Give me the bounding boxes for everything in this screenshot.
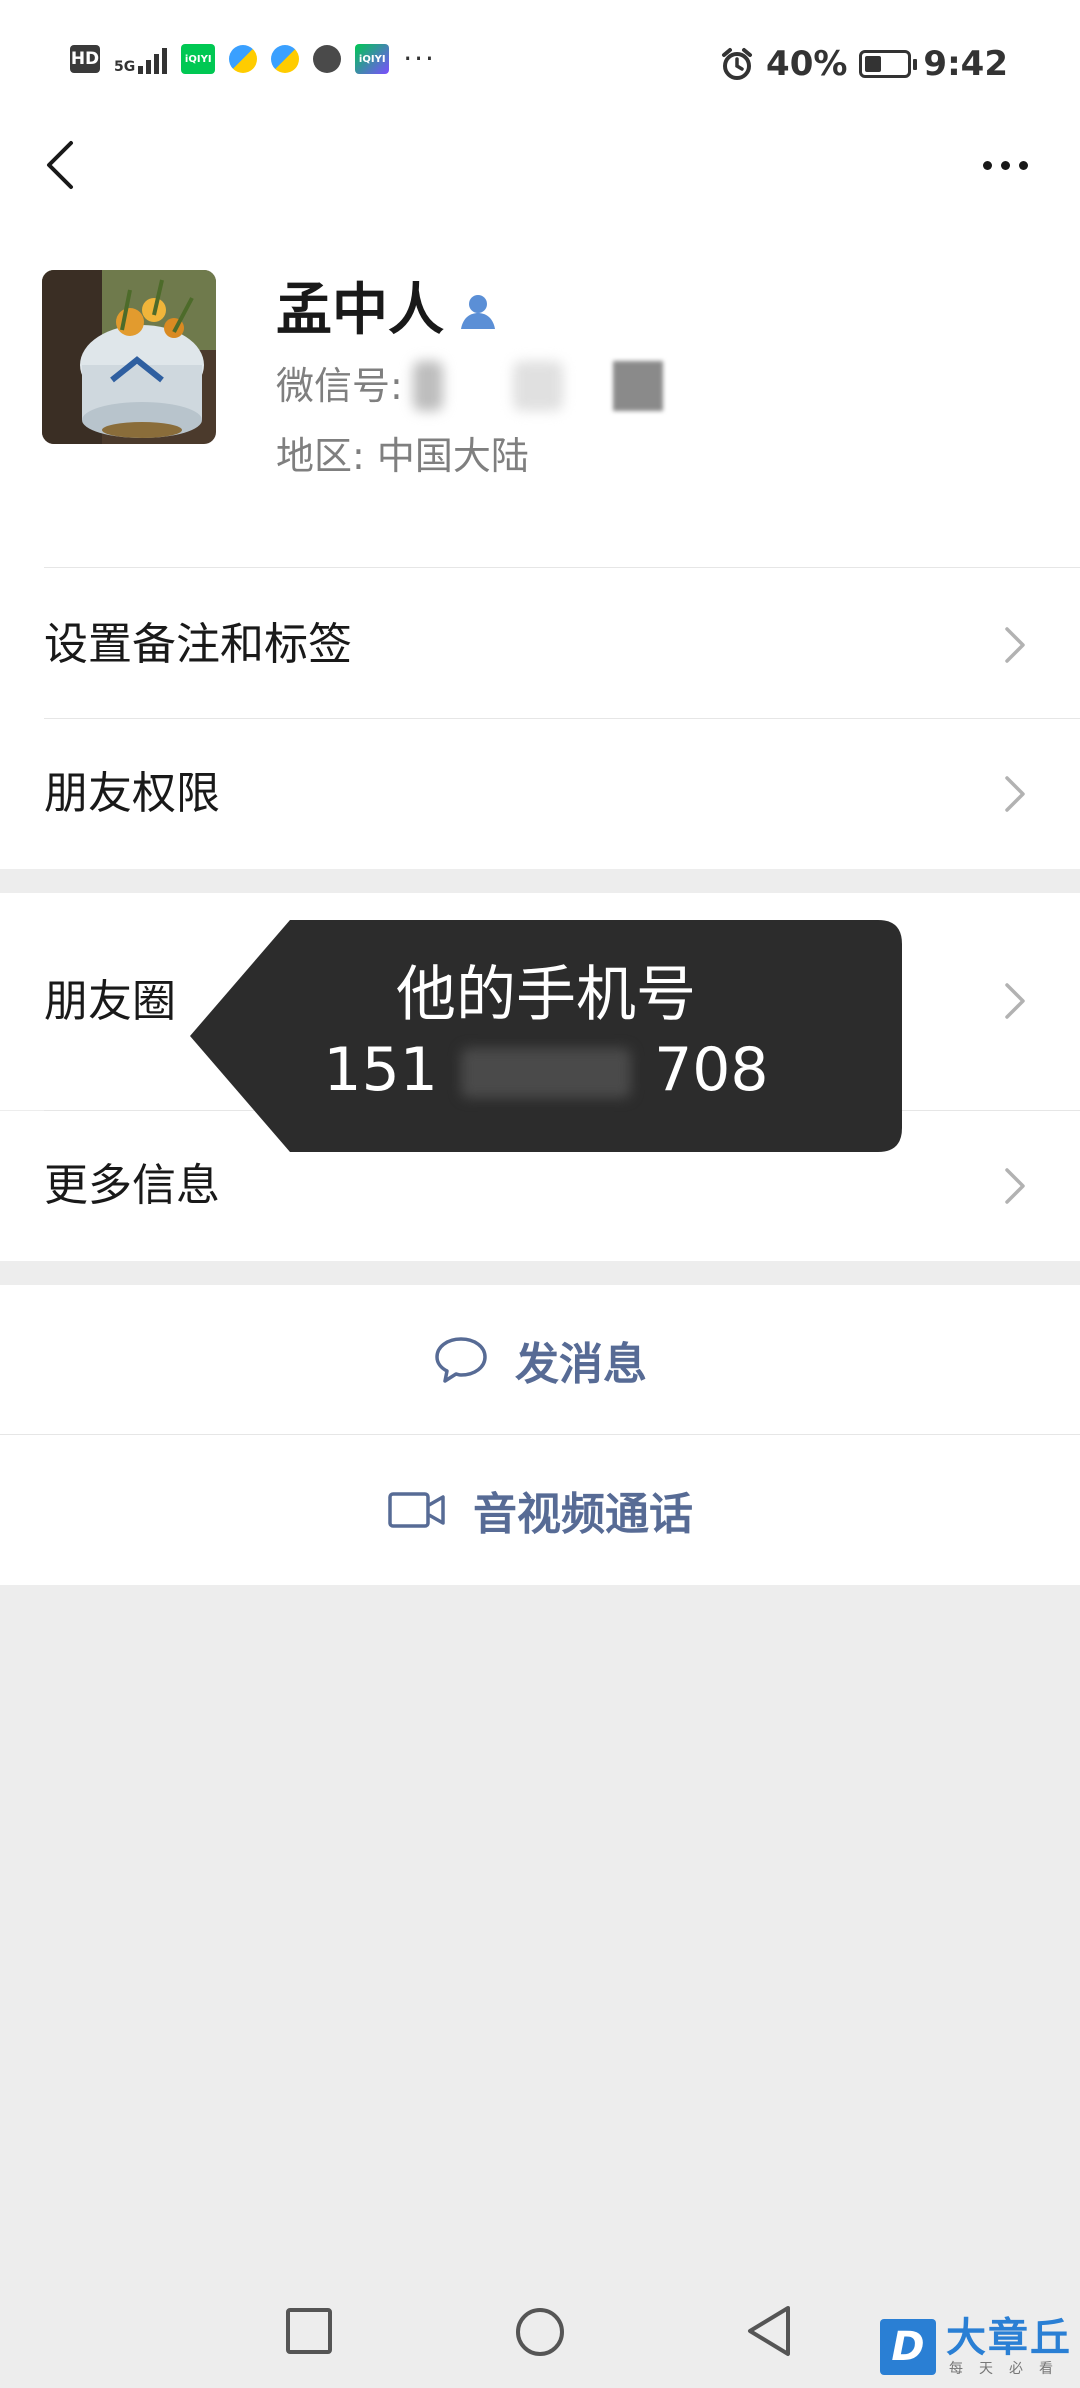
phone-number-start: 151: [323, 1035, 438, 1105]
redacted-number: [461, 1048, 631, 1099]
redacted-id: [612, 361, 663, 411]
status-icons-right: 40% 9:42: [720, 44, 1008, 84]
back-arrow-icon: [47, 141, 73, 189]
triangle-back-icon: [748, 2306, 790, 2356]
avatar[interactable]: [42, 270, 216, 444]
status-icons-left: HD 5G iQIYI iQIYI ···: [70, 44, 436, 74]
divider: [44, 567, 1080, 568]
circle-icon: [516, 2308, 564, 2356]
chevron-right-icon: [1005, 776, 1025, 812]
avatar-image: [42, 270, 216, 444]
video-camera-icon: [388, 1492, 445, 1528]
wechat-id-row: 微信号:: [276, 360, 663, 412]
dot-icon: [982, 160, 992, 170]
dot-icon: [1018, 160, 1028, 170]
recent-apps-button[interactable]: [284, 2306, 334, 2360]
network-indicator: 5G: [114, 44, 168, 75]
remark-tags-item[interactable]: 设置备注和标签: [0, 570, 1080, 720]
wechat-id-label: 微信号:: [276, 364, 403, 408]
watermark-sub: 每天必看: [949, 2361, 1069, 2377]
battery-level: [865, 56, 882, 72]
system-back-button[interactable]: [744, 2304, 794, 2362]
send-message-label: 发消息: [515, 1339, 647, 1390]
iqiyi-app-icon: iQIYI: [355, 44, 390, 74]
app-notification-icon: [271, 45, 300, 73]
tooltip-title: 他的手机号: [396, 960, 696, 1030]
watermark: D 大章丘 每天必看: [880, 2316, 1072, 2378]
more-options-button[interactable]: [970, 140, 1040, 190]
clock: 9:42: [923, 44, 1008, 84]
hd-icon: HD: [70, 45, 100, 73]
contact-name-row: 孟中人: [276, 275, 498, 347]
signal-icon: [138, 44, 168, 74]
watermark-logo: D: [880, 2319, 936, 2375]
region: 地区: 中国大陆: [276, 434, 529, 478]
video-call-label: 音视频通话: [473, 1489, 693, 1540]
more-notifications-icon: ···: [403, 42, 436, 75]
phone-number-end: 708: [654, 1035, 769, 1105]
chevron-right-icon: [1005, 627, 1025, 663]
watermark-text: 大章丘 每天必看: [946, 2316, 1072, 2378]
battery-icon: [859, 50, 918, 78]
remark-tags-label: 设置备注和标签: [44, 619, 352, 670]
tooltip-phone-number: 151 708: [190, 1030, 902, 1110]
home-button[interactable]: [514, 2306, 566, 2362]
dot-icon: [1000, 160, 1010, 170]
video-call-button[interactable]: 音视频通话: [0, 1435, 1080, 1585]
moments-label: 朋友圈: [44, 976, 176, 1027]
square-icon: [286, 2308, 332, 2354]
friend-permissions-item[interactable]: 朋友权限: [0, 719, 1080, 869]
redacted-id: [412, 361, 443, 411]
iqiyi-app-icon: iQIYI: [181, 44, 216, 74]
chat-bubble-icon: [435, 1337, 487, 1383]
friend-permissions-label: 朋友权限: [44, 768, 220, 819]
alarm-icon: [722, 48, 753, 80]
redacted-id: [512, 361, 563, 411]
contact-name: 孟中人: [276, 278, 444, 343]
wechat-notification-icon: [313, 45, 342, 73]
app-notification-icon: [229, 45, 258, 73]
network-type: 5G: [114, 59, 136, 75]
back-button[interactable]: [30, 130, 90, 200]
send-message-button[interactable]: 发消息: [0, 1285, 1080, 1435]
battery-percent: 40%: [766, 44, 848, 84]
person-icon: [461, 295, 495, 329]
chevron-right-icon: [1005, 983, 1025, 1019]
chevron-right-icon: [1005, 1168, 1025, 1204]
watermark-name: 大章丘: [946, 2315, 1072, 2361]
